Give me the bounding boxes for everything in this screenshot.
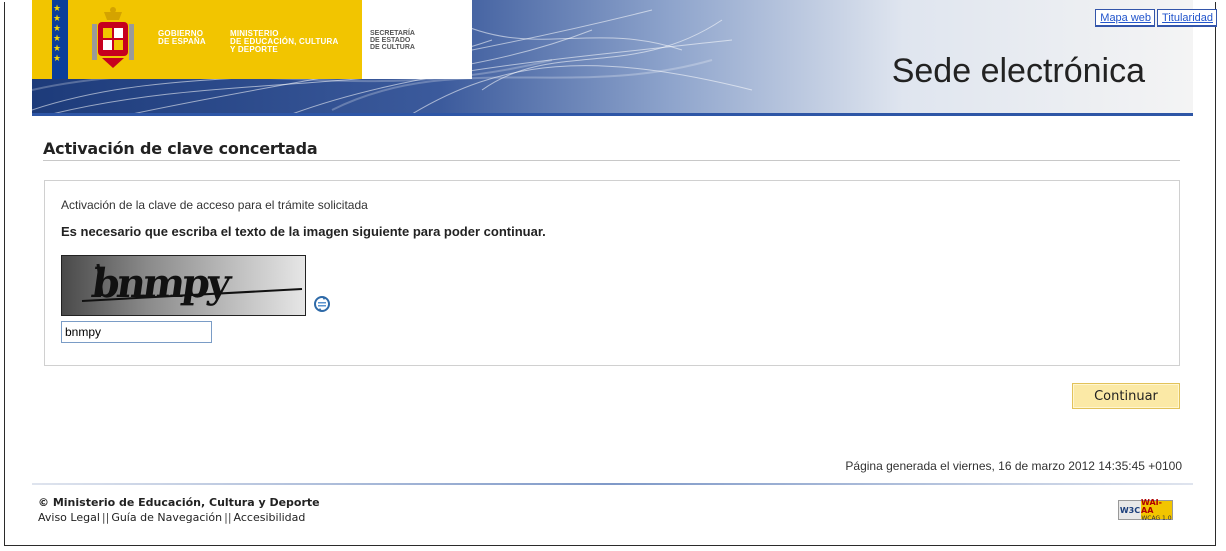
wcag-badge[interactable]: W3C WAI-AA WCAG 1.0 — [1118, 497, 1173, 522]
footer-divider — [32, 483, 1193, 485]
copyright-text: © Ministerio de Educación, Cultura y Dep… — [38, 496, 320, 509]
titularidad-link[interactable]: Titularidad — [1157, 9, 1217, 27]
w3c-logo: W3C — [1119, 501, 1141, 519]
footer-links: Aviso Legal || Guía de Navegación || Accesib… — [38, 511, 305, 524]
accesibilidad-link[interactable]: Accesibilidad — [234, 511, 306, 524]
top-links: Mapa web Titularidad — [1095, 9, 1217, 27]
aviso-legal-link[interactable]: Aviso Legal — [38, 511, 100, 524]
page-title: Activación de clave concertada — [43, 139, 318, 158]
header-banner: ★ ★ ★ ★ ★ ★ GOBIERNO DE ESPAÑA MINISTERIO DE … — [32, 0, 1193, 114]
gobierno-label: GOBIERNO DE ESPAÑA — [158, 29, 206, 46]
eu-flag-icon: ★ ★ ★ ★ ★ ★ — [52, 0, 68, 79]
title-divider — [43, 160, 1180, 161]
refresh-icon[interactable] — [313, 295, 331, 313]
wai-aa-label: WAI-AA WCAG 1.0 — [1141, 497, 1172, 522]
guia-navegacion-link[interactable]: Guía de Navegación — [111, 511, 222, 524]
intro-text: Activación de la clave de acceso para el… — [61, 198, 368, 212]
mapa-web-link[interactable]: Mapa web — [1095, 9, 1156, 27]
separator: || — [101, 511, 110, 524]
header-divider — [32, 113, 1193, 116]
captcha-text: bnmpy — [88, 260, 231, 307]
captcha-instruction: Es necesario que escriba el texto de la … — [61, 224, 546, 239]
coat-of-arms-icon — [92, 7, 134, 68]
separator: || — [224, 511, 232, 524]
captcha-input[interactable] — [61, 321, 212, 343]
ministry-label: MINISTERIO DE EDUCACIÓN, CULTURA Y DEPOR… — [230, 29, 339, 54]
secretaria-label: SECRETARÍA DE ESTADO DE CULTURA — [370, 30, 415, 51]
generated-timestamp: Página generada el viernes, 16 de marzo … — [845, 459, 1182, 473]
continue-button[interactable]: Continuar — [1072, 383, 1180, 409]
captcha-image: bnmpy — [61, 255, 306, 316]
site-title: Sede electrónica — [891, 52, 1145, 90]
